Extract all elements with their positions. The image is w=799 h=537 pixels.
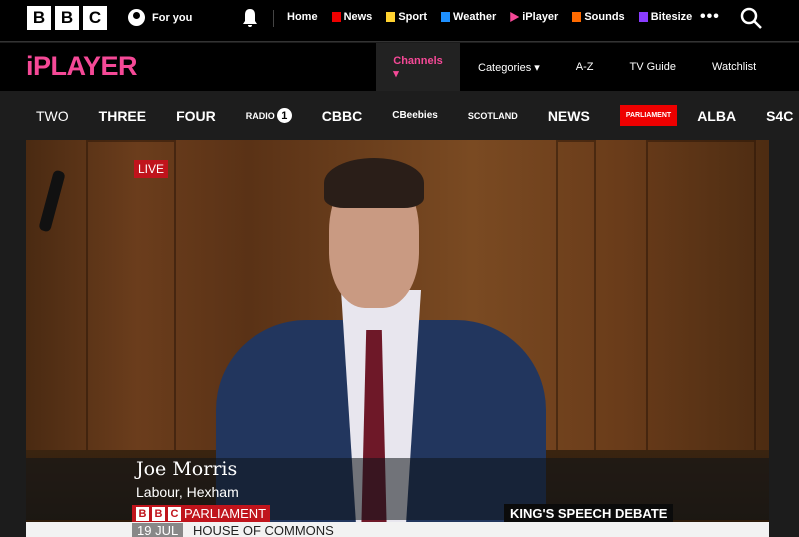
date-badge: 19 JUL xyxy=(132,523,184,537)
debate-caption: KING'S SPEECH DEBATE xyxy=(504,504,674,523)
nav-news[interactable]: News xyxy=(331,11,373,23)
channel-scotland[interactable]: SCOTLAND xyxy=(468,111,518,121)
house-label: HOUSE OF COMMONS xyxy=(193,523,334,537)
video-player[interactable]: LIVE Joe Morris Labour, Hexham BBC PARLI… xyxy=(26,140,769,537)
channel-cbeebies[interactable]: CBeebies xyxy=(392,110,438,121)
bitesize-icon xyxy=(638,12,648,22)
channel-four[interactable]: FOUR xyxy=(176,108,216,124)
channel-news[interactable]: NEWS xyxy=(548,108,590,124)
logo-letter: B xyxy=(27,6,51,30)
nav-home[interactable]: Home xyxy=(287,11,318,23)
account-icon xyxy=(128,9,145,26)
nav-label: Bitesize xyxy=(650,11,693,23)
search-icon[interactable] xyxy=(740,7,762,29)
radio-one-badge: 1 xyxy=(276,108,292,123)
wood-panel xyxy=(556,140,596,460)
live-badge: LIVE xyxy=(134,160,169,178)
brand-letter: B xyxy=(152,506,165,521)
iplayer-icon xyxy=(510,12,520,22)
nav-channels[interactable]: Channels ▾ xyxy=(376,43,460,91)
brand-label: PARLIAMENT xyxy=(184,506,267,521)
channel-bar: TWO THREE FOUR RADIO 1 CBBC CBeebies SCOT… xyxy=(0,91,799,140)
sounds-icon xyxy=(572,12,582,22)
brand-letter: B xyxy=(136,506,149,521)
logo-letter: C xyxy=(83,6,107,30)
nav-label: Sounds xyxy=(584,11,625,23)
wood-panel xyxy=(646,140,756,460)
nav-tv-guide[interactable]: TV Guide xyxy=(612,43,694,91)
nav-categories[interactable]: Categories ▾ xyxy=(460,43,558,91)
channel-three[interactable]: THREE xyxy=(99,108,146,124)
nav-a-z[interactable]: A-Z xyxy=(558,43,612,91)
nav-label: iPlayer xyxy=(522,11,559,23)
news-icon xyxy=(331,12,341,22)
channel-radio1[interactable]: RADIO 1 xyxy=(246,108,292,123)
for-you-link[interactable]: For you xyxy=(128,9,192,26)
speaker-name: Joe Morris xyxy=(136,458,238,480)
nav-iplayer[interactable]: iPlayer xyxy=(510,11,558,23)
weather-icon xyxy=(441,12,451,22)
nav-watchlist[interactable]: Watchlist xyxy=(694,43,774,91)
channel-s4c[interactable]: S4C xyxy=(766,108,793,124)
bbc-logo[interactable]: B B C xyxy=(27,6,107,30)
iplayer-nav: Channels ▾ Categories ▾ A-Z TV Guide Wat… xyxy=(376,43,774,91)
iplayer-bar: iPLAYER Channels ▾ Categories ▾ A-Z TV G… xyxy=(0,43,799,91)
nav-bitesize[interactable]: Bitesize xyxy=(638,11,693,23)
bbc-parliament-brand: BBC PARLIAMENT xyxy=(132,505,271,522)
nav-label: Home xyxy=(287,11,318,23)
nav-label: Weather xyxy=(453,11,497,23)
sport-icon xyxy=(386,12,396,22)
nav-label: News xyxy=(343,11,373,23)
nav-label: Sport xyxy=(398,11,428,23)
radio-label: RADIO xyxy=(245,110,275,121)
microphone xyxy=(38,169,66,233)
bbc-top-bar: B B C For you Home News Sport Weather iP… xyxy=(0,0,799,42)
speaker-party: Labour, Hexham xyxy=(136,484,239,500)
brand-letter: C xyxy=(168,506,181,521)
divider xyxy=(273,10,274,27)
channel-parliament[interactable]: PARLIAMENT xyxy=(619,105,678,126)
nav-sounds[interactable]: Sounds xyxy=(572,11,625,23)
speaker-hair xyxy=(324,158,424,208)
wood-panel xyxy=(86,140,176,460)
nav-sport[interactable]: Sport xyxy=(386,11,427,23)
for-you-label: For you xyxy=(152,11,193,24)
iplayer-logo[interactable]: iPLAYER xyxy=(26,51,138,82)
channel-two[interactable]: TWO xyxy=(36,108,69,124)
nav-weather[interactable]: Weather xyxy=(441,11,496,23)
more-menu-button[interactable]: ••• xyxy=(700,8,720,26)
top-nav: Home News Sport Weather iPlayer Sounds B… xyxy=(287,11,692,23)
bell-icon[interactable] xyxy=(241,8,259,28)
logo-letter: B xyxy=(55,6,79,30)
channel-cbbc[interactable]: CBBC xyxy=(322,108,362,124)
channel-alba[interactable]: ALBA xyxy=(697,108,736,124)
